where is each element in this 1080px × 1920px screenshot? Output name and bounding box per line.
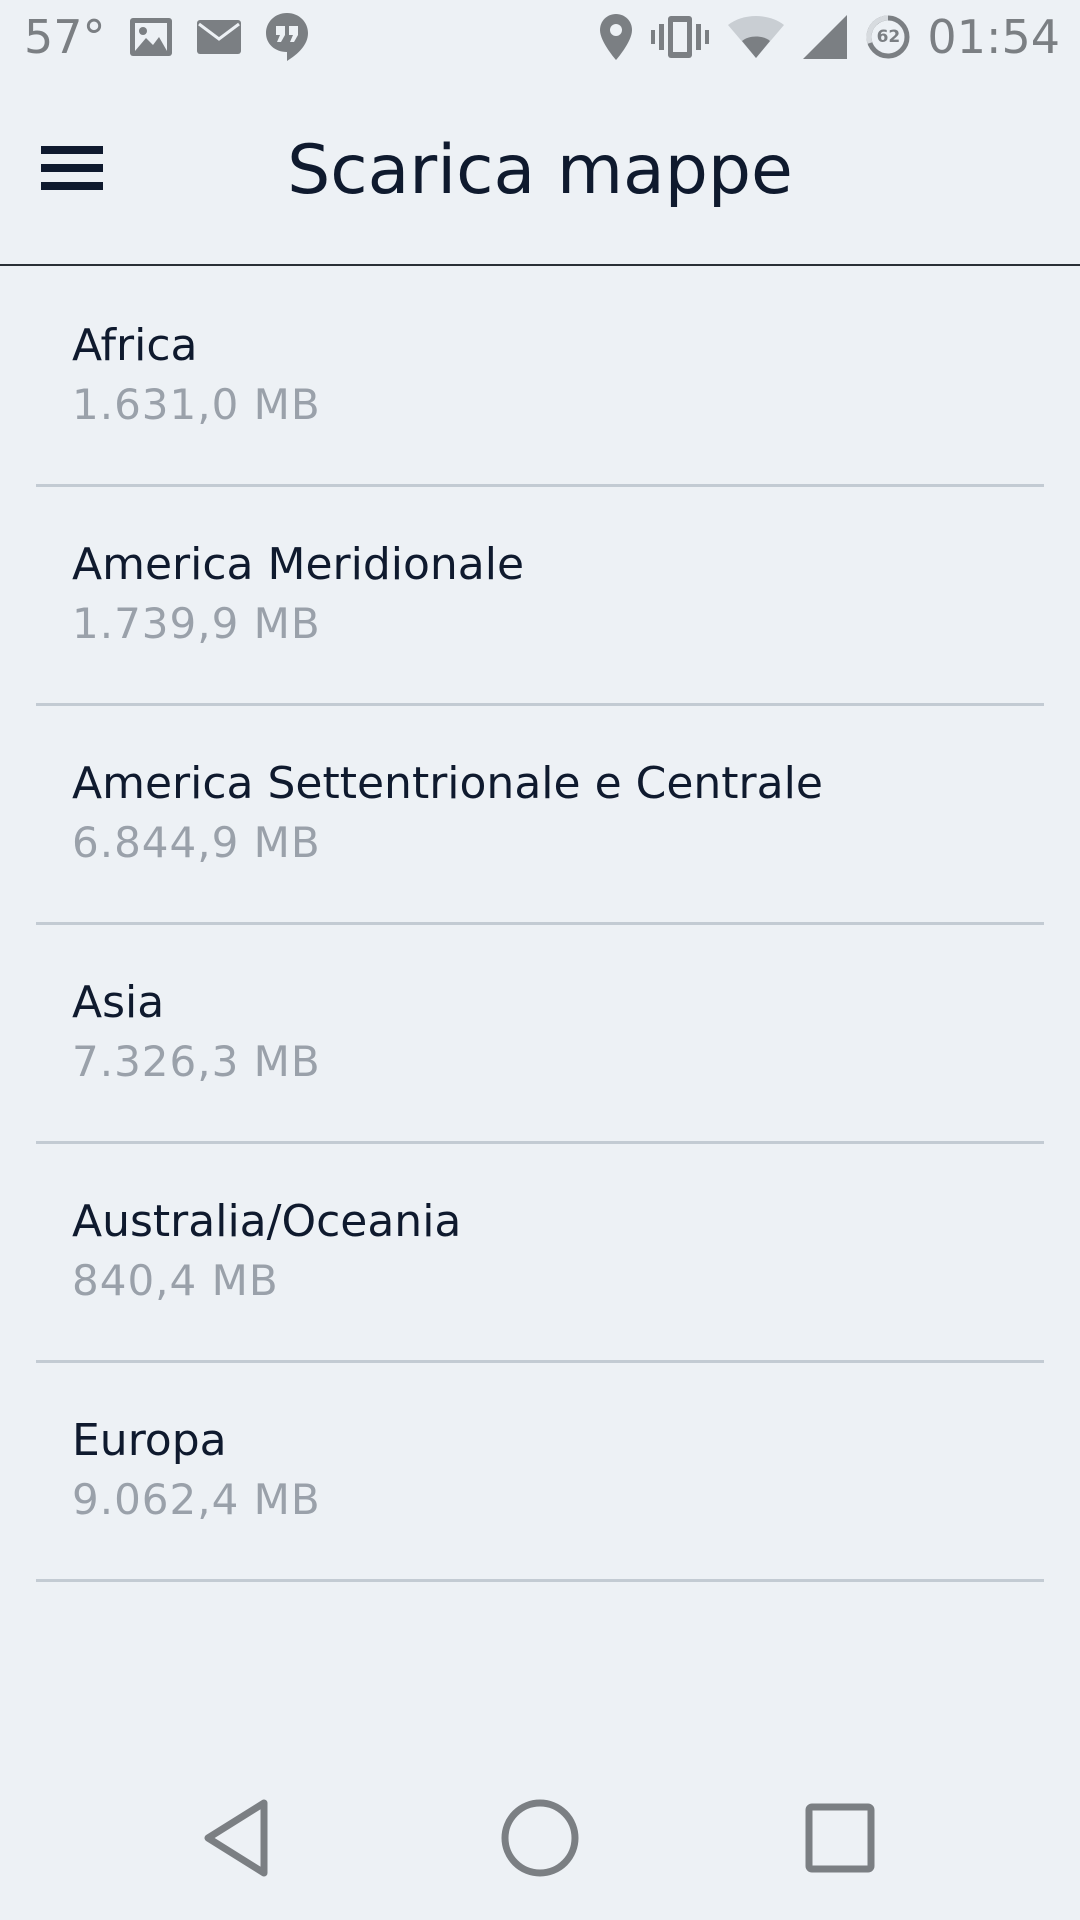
region-size: 6.844,9 MB: [72, 818, 321, 867]
back-icon: [198, 1795, 278, 1885]
region-size: 840,4 MB: [72, 1256, 279, 1305]
region-item-asia[interactable]: Asia 7.326,3 MB: [36, 925, 1044, 1144]
image-icon: [128, 16, 174, 58]
page-title: Scarica mappe: [287, 130, 793, 210]
back-button[interactable]: [188, 1790, 288, 1890]
home-button[interactable]: [490, 1790, 590, 1890]
battery-level: 62: [876, 27, 901, 47]
weather-temperature: 57°: [24, 10, 106, 64]
region-size: 9.062,4 MB: [72, 1475, 321, 1524]
region-item-america-settentrionale[interactable]: America Settentrionale e Centrale 6.844,…: [36, 706, 1044, 925]
region-item-america-meridionale[interactable]: America Meridionale 1.739,9 MB: [36, 487, 1044, 706]
region-name: America Meridionale: [72, 539, 525, 590]
cell-signal-icon: [801, 14, 849, 60]
status-left-group: 57°: [24, 6, 310, 68]
home-icon: [500, 1798, 580, 1882]
battery-icon: 62: [865, 14, 911, 60]
mail-icon: [196, 19, 242, 55]
app-bar: Scarica mappe: [0, 74, 1080, 266]
hangouts-icon: [264, 11, 310, 63]
region-size: 7.326,3 MB: [72, 1037, 321, 1086]
recents-button[interactable]: [790, 1790, 890, 1890]
region-name: Asia: [72, 977, 165, 1028]
region-item-africa[interactable]: Africa 1.631,0 MB: [36, 268, 1044, 487]
region-list: Africa 1.631,0 MB America Meridionale 1.…: [0, 268, 1080, 1582]
status-bar: 57° 62 01:54: [0, 0, 1080, 74]
region-name: America Settentrionale e Centrale: [72, 758, 823, 809]
navigation-bar: [0, 1760, 1080, 1920]
clock: 01:54: [927, 10, 1060, 64]
region-item-europa[interactable]: Europa 9.062,4 MB: [36, 1363, 1044, 1582]
vibrate-icon: [649, 14, 711, 60]
region-name: Europa: [72, 1415, 227, 1466]
region-name: Africa: [72, 320, 198, 371]
location-icon: [599, 13, 633, 61]
region-size: 1.631,0 MB: [72, 380, 321, 429]
recents-icon: [804, 1802, 876, 1878]
status-right-group: 62 01:54: [599, 6, 1060, 68]
region-name: Australia/Oceania: [72, 1196, 462, 1247]
region-size: 1.739,9 MB: [72, 599, 321, 648]
region-item-australia-oceania[interactable]: Australia/Oceania 840,4 MB: [36, 1144, 1044, 1363]
wifi-icon: [727, 15, 785, 59]
menu-button[interactable]: [30, 134, 114, 206]
hamburger-menu-icon: [41, 144, 103, 196]
